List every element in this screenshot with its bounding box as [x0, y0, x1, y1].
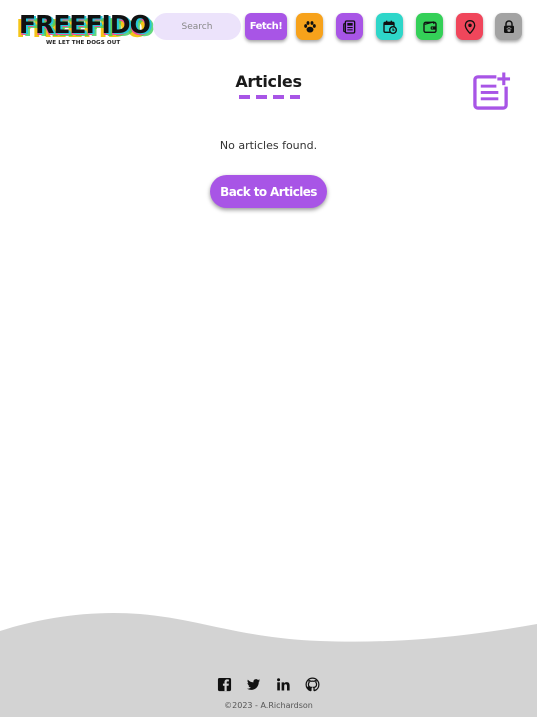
twitter-icon[interactable] [246, 677, 261, 692]
newspaper-icon [342, 19, 355, 34]
header: FREEFIDO FREEFIDO FREEFIDO FREEFIDO FREE… [0, 0, 537, 52]
nav-articles-button[interactable] [336, 13, 363, 40]
logo-text: FREEFIDO [19, 10, 151, 39]
nav-donate-button[interactable] [416, 13, 443, 40]
social-links [216, 677, 326, 693]
linkedin-icon[interactable] [276, 677, 291, 692]
nav-map-button[interactable] [456, 13, 483, 40]
search-input[interactable] [153, 13, 241, 40]
facebook-icon[interactable] [217, 677, 232, 692]
title-underline [239, 95, 300, 99]
logo[interactable]: FREEFIDO FREEFIDO FREEFIDO FREEFIDO FREE… [16, 10, 155, 50]
nav-dogs-button[interactable] [296, 13, 323, 40]
add-note-icon [473, 72, 511, 110]
back-to-articles-button[interactable]: Back to Articles [210, 175, 327, 208]
map-pin-icon [464, 19, 475, 34]
calendar-clock-icon [382, 20, 397, 34]
nav-events-button[interactable] [376, 13, 403, 40]
github-icon[interactable] [305, 677, 320, 692]
page: FREEFIDO FREEFIDO FREEFIDO FREEFIDO FREE… [0, 0, 537, 717]
lock-paw-icon [503, 19, 514, 33]
nav-login-button[interactable] [495, 13, 522, 40]
add-article-button[interactable] [472, 72, 511, 111]
empty-message: No articles found. [219, 139, 318, 152]
logo-tagline: WE LET THE DOGS OUT [46, 40, 121, 46]
paw-icon [303, 20, 316, 33]
copyright: ©2023 - A.Richardson [224, 701, 313, 710]
wallet-icon [422, 20, 437, 33]
page-title: Articles [235, 72, 302, 91]
fetch-button[interactable]: Fetch! [245, 13, 287, 40]
